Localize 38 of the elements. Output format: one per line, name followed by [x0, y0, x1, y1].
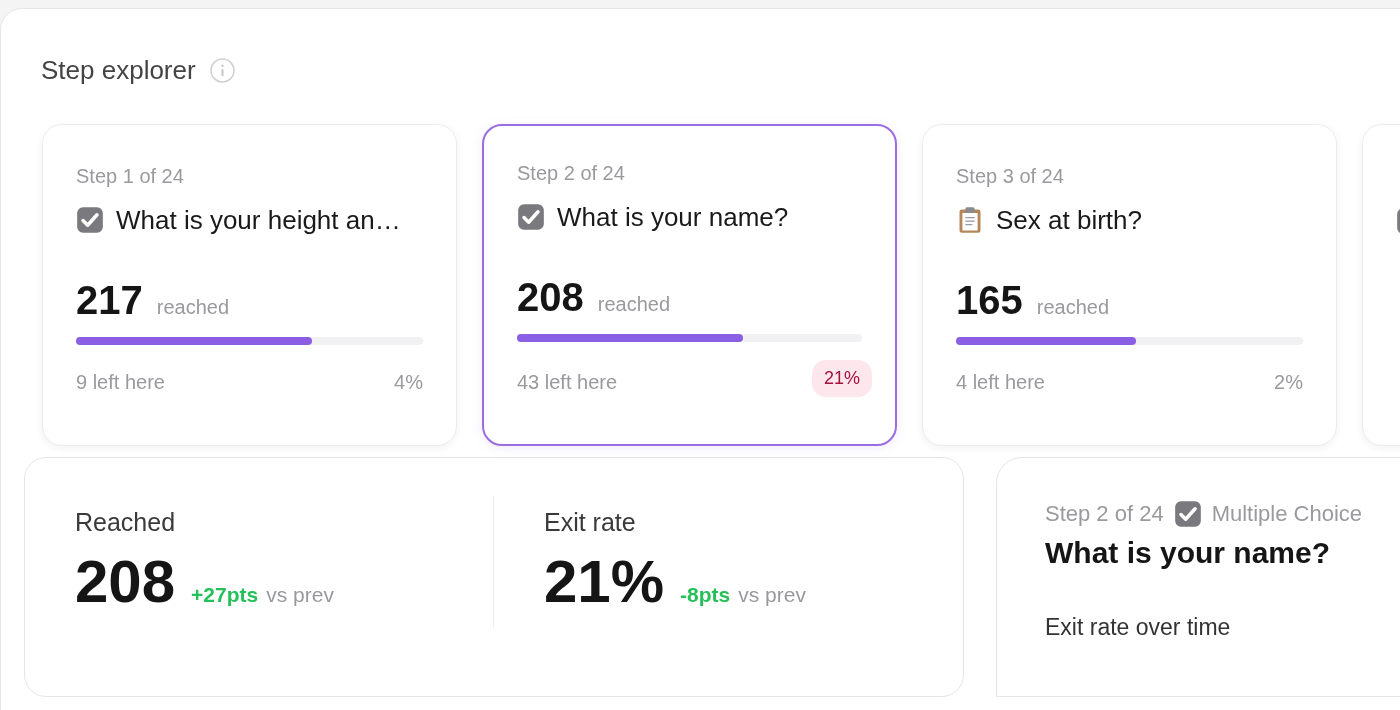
reached-label: reached: [156, 296, 230, 319]
step-card[interactable]: Step 2 of 24 What is your name? 208 reached 43 left here 21%: [482, 124, 897, 446]
reached-count: 217: [76, 278, 143, 323]
step-label: Step 1 of 24: [76, 165, 185, 188]
stat-label: Exit rate: [544, 508, 637, 537]
step-label: Step 2 of 24: [517, 162, 626, 185]
step-card[interactable]: Step 1 of 24 What is your height an… 217 reached 9 left here 4%: [42, 124, 457, 446]
comparison-text: vs prev: [738, 583, 806, 607]
comparison-text: vs prev: [266, 583, 334, 607]
checkbox-icon: [76, 206, 104, 234]
percent-text: 4%: [394, 371, 423, 394]
stat-value: 208: [75, 547, 176, 616]
reached-count: 165: [956, 278, 1023, 323]
left-here-text: 4 left here: [956, 371, 1045, 394]
step-label: Step 2 of 24: [1045, 501, 1164, 527]
info-icon[interactable]: [209, 57, 235, 83]
delta-text: +27pts: [191, 583, 259, 607]
stat-value: 21%: [544, 547, 665, 616]
section-heading: Exit rate over time: [1045, 614, 1232, 641]
question-text: What is your height an…: [116, 204, 401, 236]
question-title: What is your name?: [1045, 536, 1332, 570]
reached-count: 208: [517, 275, 584, 320]
reached-label: reached: [597, 293, 671, 316]
step-label: Step 3 of 24: [956, 165, 1065, 188]
percent-badge: 21%: [811, 360, 872, 397]
stat-label: Reached: [75, 508, 177, 537]
question-text: Sex at birth?: [996, 204, 1142, 236]
step-card[interactable]: Step 3 of 24 Sex at birth? 165 reached 4 left here 2%: [922, 124, 1337, 446]
checkbox-icon: [517, 203, 545, 231]
percent-text: 2%: [1274, 371, 1303, 394]
checkbox-icon: [1173, 500, 1202, 528]
delta-text: -8pts: [680, 583, 731, 607]
section-title: Step explorer: [41, 54, 196, 86]
left-here-text: 43 left here: [517, 371, 618, 394]
reached-label: reached: [1036, 296, 1110, 319]
question-text: What is your name?: [557, 201, 789, 233]
left-here-text: 9 left here: [76, 371, 165, 394]
question-type: Multiple Choice: [1211, 501, 1363, 527]
